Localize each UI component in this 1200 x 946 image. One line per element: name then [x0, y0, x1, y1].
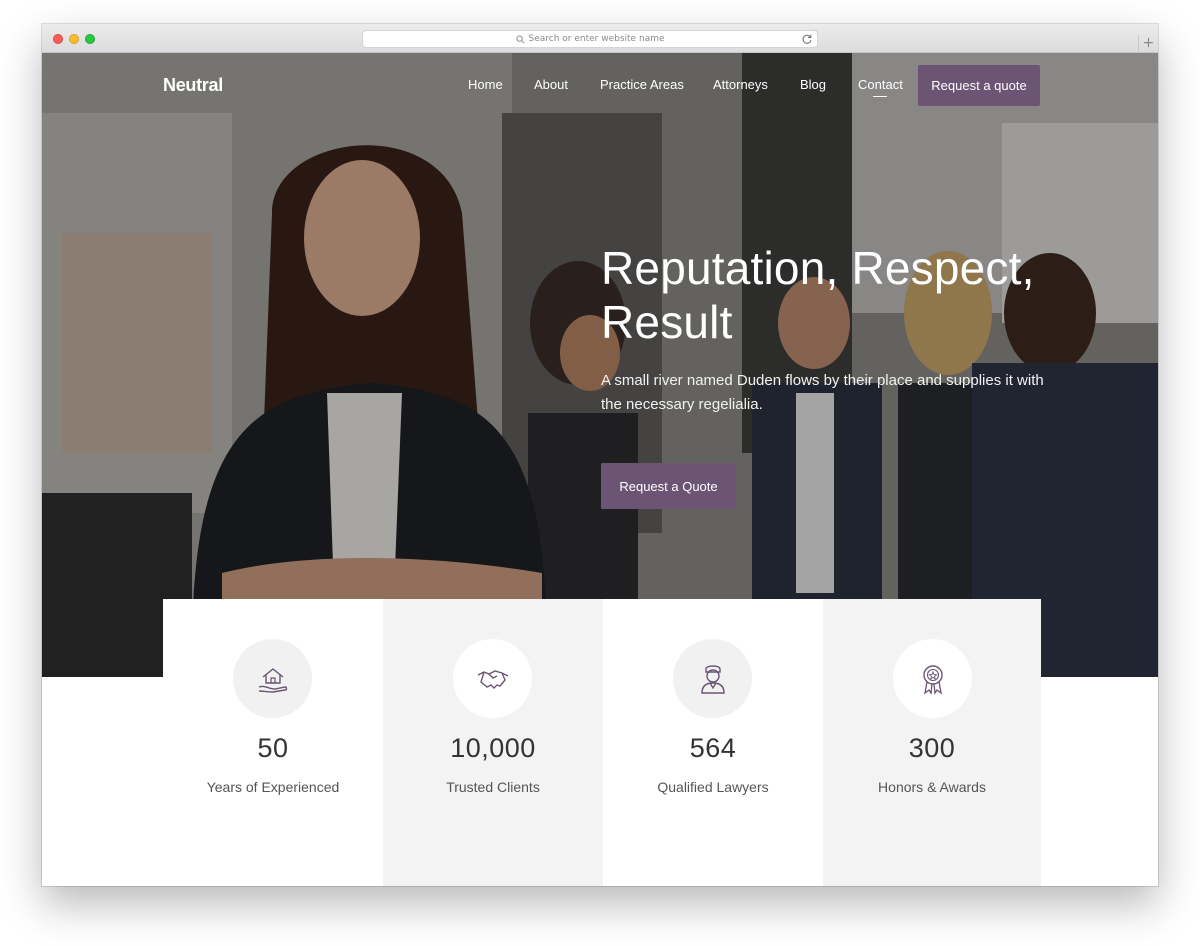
nav-practice-areas[interactable]: Practice Areas: [600, 77, 684, 92]
stat-value: 564: [689, 733, 737, 763]
stat-value: 300: [908, 733, 956, 763]
address-placeholder: Search or enter website name: [528, 34, 665, 44]
stat-label: Honors & Awards: [878, 779, 986, 795]
hero-title-line-1: Reputation, Respect,: [601, 242, 1035, 294]
hero-title-line-2: Result: [601, 296, 733, 348]
stat-card-awards: 300 Honors & Awards: [823, 599, 1041, 886]
stat-label: Years of Experienced: [206, 779, 340, 795]
handshake-icon: [477, 669, 508, 689]
stat-card-years: 50 Years of Experienced: [163, 599, 383, 886]
award-medal-icon: [922, 664, 943, 695]
address-bar[interactable]: Search or enter website name: [362, 30, 818, 48]
stat-card-clients: 10,000 Trusted Clients: [383, 599, 603, 886]
main-nav: Home About Practice Areas Attorneys Blog…: [42, 53, 1158, 115]
stat-label: Trusted Clients: [446, 779, 540, 795]
hero-subtitle: A small river named Duden flows by their…: [601, 372, 1044, 413]
stat-icon-circle: [453, 639, 532, 718]
hero-section: Neutral Home About Practice Areas Attorn…: [42, 53, 1158, 677]
nav-about[interactable]: About: [534, 77, 568, 92]
house-in-hand-icon: [258, 667, 287, 693]
stat-value: 10,000: [450, 733, 536, 763]
request-quote-nav-button[interactable]: Request a quote: [918, 65, 1040, 106]
stats-section: 50 Years of Experienced 10,000 Trusted C…: [163, 599, 1041, 886]
new-tab-button[interactable]: +: [1138, 35, 1158, 53]
nav-home[interactable]: Home: [468, 77, 503, 92]
nav-blog[interactable]: Blog: [800, 77, 826, 92]
browser-toolbar: Search or enter website name +: [42, 24, 1158, 53]
stat-icon-circle: [233, 639, 312, 718]
hero-title: Reputation, Respect, Result: [601, 241, 1081, 349]
stat-icon-circle: [893, 639, 972, 718]
zoom-window-button[interactable]: [85, 34, 95, 44]
stat-icon-circle: [673, 639, 752, 718]
close-window-button[interactable]: [53, 34, 63, 44]
stat-card-lawyers: 564 Qualified Lawyers: [603, 599, 823, 886]
hero-overlay: [42, 53, 1158, 677]
stat-label: Qualified Lawyers: [657, 779, 769, 795]
nav-contact[interactable]: Contact: [858, 77, 903, 97]
minimize-window-button[interactable]: [69, 34, 79, 44]
nav-attorneys[interactable]: Attorneys: [713, 77, 768, 92]
lawyer-icon: [700, 664, 725, 694]
search-icon: [515, 34, 525, 44]
request-quote-hero-button[interactable]: Request a Quote: [601, 463, 736, 509]
browser-window: Search or enter website name + Neutral H…: [42, 24, 1158, 886]
stat-value: 50: [257, 733, 289, 763]
reload-icon[interactable]: [801, 33, 813, 45]
